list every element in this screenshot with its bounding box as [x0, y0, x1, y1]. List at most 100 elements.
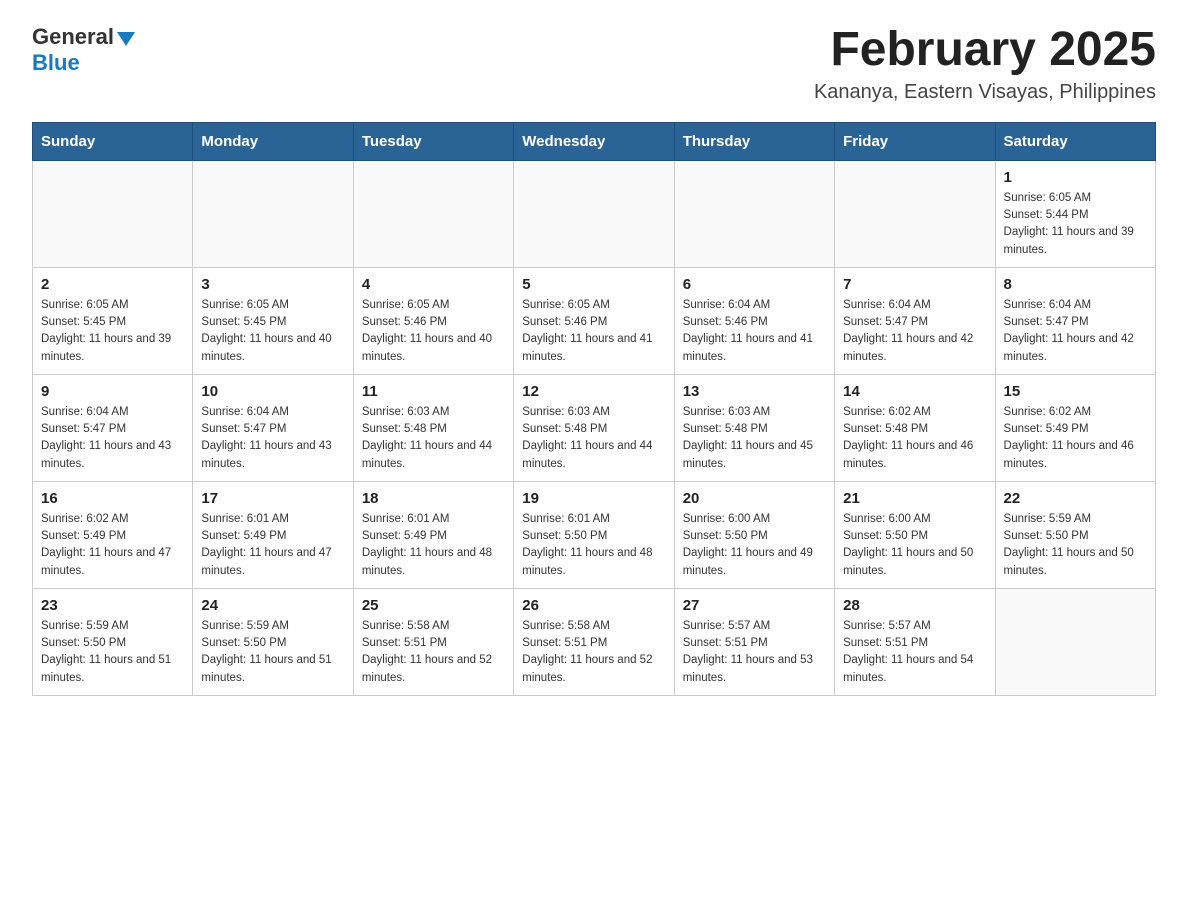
calendar-cell: 5 Sunrise: 6:05 AM Sunset: 5:46 PM Daylig…	[514, 267, 674, 374]
calendar-week-1: 1Sunrise: 6:05 AM Sunset: 5:44 PM Daylig…	[33, 160, 1156, 267]
calendar-cell: 1Sunrise: 6:05 AM Sunset: 5:44 PM Daylig…	[995, 160, 1155, 267]
calendar-cell: 8 Sunrise: 6:04 AM Sunset: 5:47 PM Daylig…	[995, 267, 1155, 374]
calendar-cell: 19 Sunrise: 6:01 AM Sunset: 5:50 PM Dayli…	[514, 481, 674, 588]
column-header-monday: Monday	[193, 122, 353, 160]
day-info: Sunrise: 5:58 AM Sunset: 5:51 PM Dayligh…	[362, 618, 505, 687]
day-number: 4	[362, 276, 505, 293]
day-info: Sunrise: 6:04 AM Sunset: 5:46 PM Dayligh…	[683, 297, 826, 366]
day-number: 16	[41, 490, 184, 507]
day-info: Sunrise: 6:02 AM Sunset: 5:48 PM Dayligh…	[843, 404, 986, 473]
calendar-cell: 27 Sunrise: 5:57 AM Sunset: 5:51 PM Dayli…	[674, 588, 834, 695]
column-header-wednesday: Wednesday	[514, 122, 674, 160]
calendar-cell: 14Sunrise: 6:02 AM Sunset: 5:48 PM Dayli…	[835, 374, 995, 481]
day-number: 27	[683, 597, 826, 614]
day-info: Sunrise: 6:01 AM Sunset: 5:50 PM Dayligh…	[522, 511, 665, 580]
day-number: 1	[1004, 169, 1147, 186]
day-info: Sunrise: 6:03 AM Sunset: 5:48 PM Dayligh…	[362, 404, 505, 473]
day-info: Sunrise: 6:04 AM Sunset: 5:47 PM Dayligh…	[1004, 297, 1147, 366]
day-number: 15	[1004, 383, 1147, 400]
logo: General Blue	[32, 24, 135, 76]
calendar-cell: 28 Sunrise: 5:57 AM Sunset: 5:51 PM Dayli…	[835, 588, 995, 695]
day-number: 5	[522, 276, 665, 293]
calendar-cell: 16 Sunrise: 6:02 AM Sunset: 5:49 PM Dayli…	[33, 481, 193, 588]
day-info: Sunrise: 6:00 AM Sunset: 5:50 PM Dayligh…	[683, 511, 826, 580]
calendar-cell	[995, 588, 1155, 695]
day-info: Sunrise: 5:57 AM Sunset: 5:51 PM Dayligh…	[683, 618, 826, 687]
day-info: Sunrise: 6:04 AM Sunset: 5:47 PM Dayligh…	[201, 404, 344, 473]
logo-blue-text: Blue	[32, 50, 80, 76]
column-header-tuesday: Tuesday	[353, 122, 513, 160]
logo-arrow-icon	[117, 32, 135, 46]
day-number: 18	[362, 490, 505, 507]
calendar-cell: 3 Sunrise: 6:05 AM Sunset: 5:45 PM Daylig…	[193, 267, 353, 374]
calendar-cell: 9 Sunrise: 6:04 AM Sunset: 5:47 PM Daylig…	[33, 374, 193, 481]
day-number: 12	[522, 383, 665, 400]
day-info: Sunrise: 6:01 AM Sunset: 5:49 PM Dayligh…	[201, 511, 344, 580]
calendar-header-row: SundayMondayTuesdayWednesdayThursdayFrid…	[33, 122, 1156, 160]
day-number: 22	[1004, 490, 1147, 507]
calendar-cell: 24Sunrise: 5:59 AM Sunset: 5:50 PM Dayli…	[193, 588, 353, 695]
day-info: Sunrise: 6:00 AM Sunset: 5:50 PM Dayligh…	[843, 511, 986, 580]
day-info: Sunrise: 5:57 AM Sunset: 5:51 PM Dayligh…	[843, 618, 986, 687]
day-number: 17	[201, 490, 344, 507]
page-header: General Blue February 2025 Kananya, East…	[32, 24, 1156, 104]
day-number: 25	[362, 597, 505, 614]
calendar-week-5: 23 Sunrise: 5:59 AM Sunset: 5:50 PM Dayli…	[33, 588, 1156, 695]
calendar-cell: 11 Sunrise: 6:03 AM Sunset: 5:48 PM Dayli…	[353, 374, 513, 481]
calendar-cell	[193, 160, 353, 267]
calendar-table: SundayMondayTuesdayWednesdayThursdayFrid…	[32, 122, 1156, 696]
calendar-cell	[835, 160, 995, 267]
day-info: Sunrise: 6:02 AM Sunset: 5:49 PM Dayligh…	[41, 511, 184, 580]
calendar-cell: 2Sunrise: 6:05 AM Sunset: 5:45 PM Daylig…	[33, 267, 193, 374]
day-info: Sunrise: 6:04 AM Sunset: 5:47 PM Dayligh…	[843, 297, 986, 366]
day-info: Sunrise: 6:05 AM Sunset: 5:46 PM Dayligh…	[522, 297, 665, 366]
day-number: 6	[683, 276, 826, 293]
calendar-cell: 21 Sunrise: 6:00 AM Sunset: 5:50 PM Dayli…	[835, 481, 995, 588]
calendar-cell: 4 Sunrise: 6:05 AM Sunset: 5:46 PM Daylig…	[353, 267, 513, 374]
day-number: 9	[41, 383, 184, 400]
column-header-friday: Friday	[835, 122, 995, 160]
calendar-cell	[353, 160, 513, 267]
column-header-thursday: Thursday	[674, 122, 834, 160]
day-number: 8	[1004, 276, 1147, 293]
day-info: Sunrise: 5:59 AM Sunset: 5:50 PM Dayligh…	[201, 618, 344, 687]
day-number: 11	[362, 383, 505, 400]
day-number: 23	[41, 597, 184, 614]
day-info: Sunrise: 6:05 AM Sunset: 5:46 PM Dayligh…	[362, 297, 505, 366]
calendar-cell: 22Sunrise: 5:59 AM Sunset: 5:50 PM Dayli…	[995, 481, 1155, 588]
calendar-cell: 13 Sunrise: 6:03 AM Sunset: 5:48 PM Dayli…	[674, 374, 834, 481]
day-info: Sunrise: 6:02 AM Sunset: 5:49 PM Dayligh…	[1004, 404, 1147, 473]
title-block: February 2025 Kananya, Eastern Visayas, …	[814, 24, 1156, 104]
day-info: Sunrise: 6:03 AM Sunset: 5:48 PM Dayligh…	[683, 404, 826, 473]
day-number: 21	[843, 490, 986, 507]
logo-general-text: General	[32, 24, 114, 50]
calendar-cell: 15 Sunrise: 6:02 AM Sunset: 5:49 PM Dayli…	[995, 374, 1155, 481]
calendar-week-4: 16 Sunrise: 6:02 AM Sunset: 5:49 PM Dayli…	[33, 481, 1156, 588]
page-title: February 2025	[814, 24, 1156, 77]
day-number: 13	[683, 383, 826, 400]
column-header-saturday: Saturday	[995, 122, 1155, 160]
day-info: Sunrise: 5:58 AM Sunset: 5:51 PM Dayligh…	[522, 618, 665, 687]
day-number: 19	[522, 490, 665, 507]
day-number: 2	[41, 276, 184, 293]
day-info: Sunrise: 6:03 AM Sunset: 5:48 PM Dayligh…	[522, 404, 665, 473]
page-subtitle: Kananya, Eastern Visayas, Philippines	[814, 81, 1156, 104]
day-number: 10	[201, 383, 344, 400]
calendar-cell: 10 Sunrise: 6:04 AM Sunset: 5:47 PM Dayli…	[193, 374, 353, 481]
calendar-cell: 26Sunrise: 5:58 AM Sunset: 5:51 PM Dayli…	[514, 588, 674, 695]
day-info: Sunrise: 6:04 AM Sunset: 5:47 PM Dayligh…	[41, 404, 184, 473]
calendar-cell	[514, 160, 674, 267]
day-info: Sunrise: 6:05 AM Sunset: 5:45 PM Dayligh…	[201, 297, 344, 366]
calendar-cell: 6 Sunrise: 6:04 AM Sunset: 5:46 PM Daylig…	[674, 267, 834, 374]
day-number: 28	[843, 597, 986, 614]
calendar-cell: 7 Sunrise: 6:04 AM Sunset: 5:47 PM Daylig…	[835, 267, 995, 374]
calendar-cell: 20Sunrise: 6:00 AM Sunset: 5:50 PM Dayli…	[674, 481, 834, 588]
calendar-cell: 17 Sunrise: 6:01 AM Sunset: 5:49 PM Dayli…	[193, 481, 353, 588]
calendar-week-2: 2 Sunrise: 6:05 AM Sunset: 5:45 PM Daylig…	[33, 267, 1156, 374]
day-number: 3	[201, 276, 344, 293]
column-header-sunday: Sunday	[33, 122, 193, 160]
calendar-cell: 18Sunrise: 6:01 AM Sunset: 5:49 PM Dayli…	[353, 481, 513, 588]
day-number: 7	[843, 276, 986, 293]
calendar-cell: 23Sunrise: 5:59 AM Sunset: 5:50 PM Dayli…	[33, 588, 193, 695]
calendar-cell: 25 Sunrise: 5:58 AM Sunset: 5:51 PM Dayli…	[353, 588, 513, 695]
